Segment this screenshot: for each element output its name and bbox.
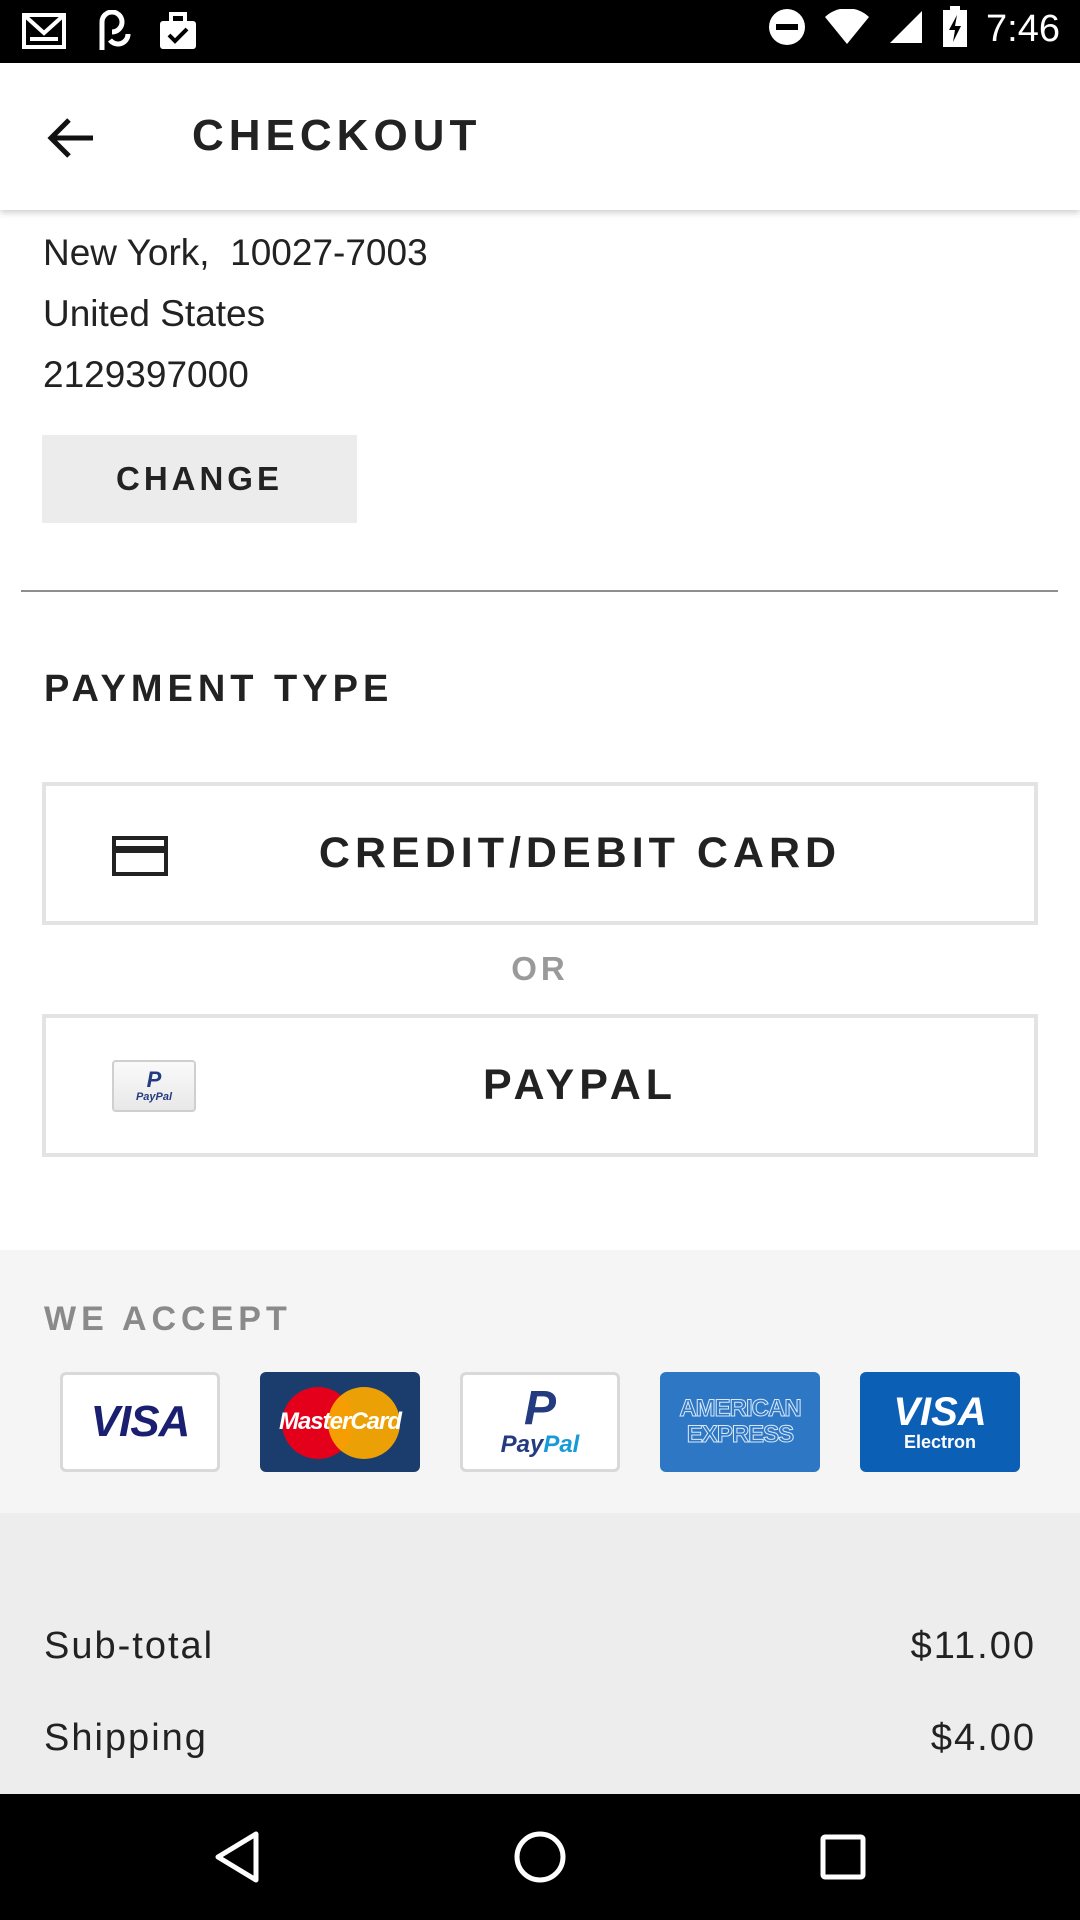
status-system-icons: 7:46 — [768, 6, 1060, 53]
amex-line1: AMERICAN — [679, 1395, 802, 1422]
nav-back-icon — [215, 1831, 259, 1883]
paypal-logo: P PayPal — [460, 1372, 620, 1472]
back-button[interactable] — [40, 107, 102, 169]
accepted-cards-section: WE ACCEPT VISA MasterCard P PayPal AMERI… — [0, 1250, 1080, 1513]
briefcase-check-icon — [158, 11, 198, 56]
we-accept-heading: WE ACCEPT — [44, 1300, 292, 1338]
shipping-value: $4.00 — [930, 1717, 1036, 1759]
visa-logo: VISA — [60, 1372, 220, 1472]
do-not-disturb-icon — [768, 8, 806, 51]
american-express-logo: AMERICAN EXPRESS — [660, 1372, 820, 1472]
status-notification-icons — [22, 9, 198, 57]
accepted-cards-list: VISA MasterCard P PayPal AMERICAN EXPRES… — [60, 1372, 1020, 1472]
subtotal-row: Sub-total $11.00 — [44, 1625, 1036, 1668]
order-totals: Sub-total $11.00 Shipping $4.00 — [0, 1513, 1080, 1794]
nav-home-button[interactable] — [507, 1824, 573, 1890]
nav-recents-icon — [820, 1834, 866, 1880]
gmail-icon — [22, 11, 66, 56]
status-time: 7:46 — [986, 8, 1060, 50]
page-title: CHECKOUT — [192, 111, 482, 160]
app-bar: CHECKOUT — [0, 63, 1080, 210]
or-separator: OR — [511, 950, 569, 987]
subtotal-value: $11.00 — [910, 1625, 1036, 1667]
nav-back-button[interactable] — [204, 1824, 270, 1890]
address-phone: 2129397000 — [43, 354, 249, 395]
address-country: United States — [43, 293, 266, 334]
system-navigation-bar — [0, 1794, 1080, 1920]
section-divider — [21, 590, 1058, 592]
link-app-icon — [92, 9, 132, 57]
signal-icon — [888, 9, 924, 50]
visa-logo-text: VISA — [90, 1397, 191, 1446]
credit-debit-card-label: CREDIT/DEBIT CARD — [318, 829, 842, 877]
arrow-back-icon — [47, 118, 93, 158]
paypal-logo-p: P — [523, 1382, 556, 1435]
amex-line2: EXPRESS — [686, 1421, 794, 1448]
credit-debit-card-button[interactable]: CREDIT/DEBIT CARD — [42, 782, 1038, 925]
address-city-line: New York, 10027-7003 — [43, 232, 428, 273]
wifi-icon — [824, 8, 870, 50]
paypal-button[interactable]: P PayPal PAYPAL — [42, 1014, 1038, 1157]
nav-home-icon — [514, 1831, 566, 1883]
mastercard-logo-text: MasterCard — [278, 1408, 402, 1435]
battery-charging-icon — [942, 6, 968, 53]
shipping-label: Shipping — [44, 1717, 208, 1759]
payment-type-heading: PAYMENT TYPE — [44, 668, 394, 710]
shipping-row: Shipping $4.00 — [44, 1717, 1036, 1760]
paypal-label: PAYPAL — [482, 1061, 678, 1109]
visa-electron-main: VISA — [893, 1390, 987, 1434]
shipping-address: New York, 10027-7003 United States 21293… — [43, 222, 428, 405]
visa-electron-sub: Electron — [903, 1432, 977, 1452]
paypal-logo-word: PayPal — [500, 1431, 580, 1458]
visa-electron-logo: VISA Electron — [860, 1372, 1020, 1472]
status-bar: 7:46 — [0, 0, 1080, 63]
nav-recents-button[interactable] — [810, 1824, 876, 1890]
change-address-button[interactable]: CHANGE — [42, 435, 357, 523]
subtotal-label: Sub-total — [44, 1625, 215, 1667]
mastercard-logo: MasterCard — [260, 1372, 420, 1472]
